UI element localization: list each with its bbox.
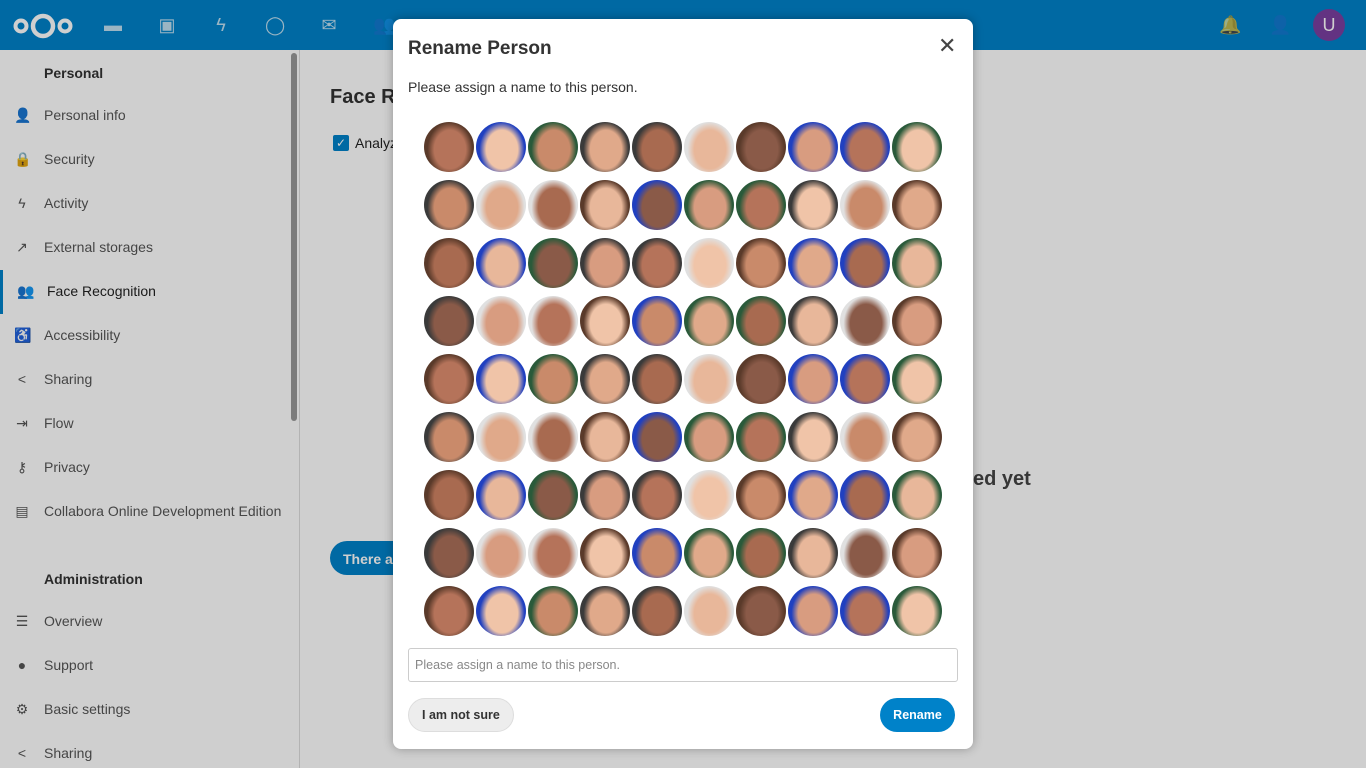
face-thumbnail xyxy=(476,354,526,404)
face-thumbnail xyxy=(684,412,734,462)
face-thumbnail xyxy=(476,238,526,288)
face-thumbnail xyxy=(892,470,942,520)
face-thumbnail xyxy=(476,412,526,462)
face-thumbnail xyxy=(684,354,734,404)
face-thumbnail xyxy=(736,296,786,346)
face-thumbnail xyxy=(892,238,942,288)
face-thumbnail xyxy=(632,528,682,578)
face-thumbnail xyxy=(476,296,526,346)
dialog-subtitle: Please assign a name to this person. xyxy=(408,79,638,95)
face-thumbnail xyxy=(424,122,474,172)
face-thumbnail xyxy=(684,470,734,520)
face-thumbnail xyxy=(788,296,838,346)
face-thumbnail xyxy=(424,528,474,578)
face-thumbnail xyxy=(840,180,890,230)
rename-button[interactable]: Rename xyxy=(880,698,955,732)
face-thumbnail xyxy=(788,470,838,520)
face-thumbnail xyxy=(424,296,474,346)
face-thumbnail xyxy=(632,586,682,636)
face-thumbnail xyxy=(788,180,838,230)
face-thumbnail xyxy=(580,122,630,172)
face-thumbnail xyxy=(788,122,838,172)
face-thumbnail xyxy=(788,586,838,636)
face-thumbnail xyxy=(840,470,890,520)
person-name-input[interactable] xyxy=(408,648,958,682)
face-thumbnail xyxy=(892,586,942,636)
face-thumbnail xyxy=(528,354,578,404)
face-thumbnail xyxy=(632,412,682,462)
face-thumbnail xyxy=(476,528,526,578)
face-thumbnail xyxy=(424,354,474,404)
face-thumbnail xyxy=(840,238,890,288)
face-thumbnail xyxy=(840,412,890,462)
face-thumbnail xyxy=(788,528,838,578)
face-thumbnail xyxy=(892,412,942,462)
face-thumbnail xyxy=(892,180,942,230)
face-thumbnail xyxy=(736,412,786,462)
rename-person-dialog: Rename Person ✕ Please assign a name to … xyxy=(393,19,973,749)
face-thumbnail xyxy=(528,180,578,230)
face-thumbnail xyxy=(632,238,682,288)
face-thumbnail xyxy=(580,238,630,288)
face-thumbnail xyxy=(528,470,578,520)
face-thumbnail xyxy=(892,528,942,578)
face-thumbnail xyxy=(528,412,578,462)
face-thumbnail xyxy=(580,354,630,404)
face-thumbnail xyxy=(736,528,786,578)
face-thumbnail xyxy=(476,586,526,636)
face-thumbnail xyxy=(840,528,890,578)
face-thumbnail xyxy=(788,238,838,288)
face-thumbnail xyxy=(528,296,578,346)
face-thumbnail xyxy=(476,180,526,230)
face-thumbnail xyxy=(840,354,890,404)
face-thumbnail xyxy=(528,122,578,172)
face-thumbnail xyxy=(788,412,838,462)
face-thumbnail xyxy=(424,412,474,462)
face-thumbnail xyxy=(736,238,786,288)
face-thumbnail xyxy=(840,122,890,172)
face-thumbnail xyxy=(684,296,734,346)
face-thumbnail xyxy=(580,412,630,462)
face-thumbnail xyxy=(632,470,682,520)
face-thumbnail xyxy=(632,354,682,404)
not-sure-button[interactable]: I am not sure xyxy=(408,698,514,732)
face-thumbnail xyxy=(632,180,682,230)
face-thumbnail xyxy=(736,180,786,230)
dialog-title: Rename Person xyxy=(408,38,552,59)
face-thumbnail xyxy=(424,238,474,288)
face-thumbnail xyxy=(580,296,630,346)
face-thumbnail xyxy=(736,470,786,520)
face-thumbnail xyxy=(892,354,942,404)
face-thumbnail xyxy=(632,296,682,346)
face-thumbnail xyxy=(580,528,630,578)
close-icon[interactable]: ✕ xyxy=(938,33,956,59)
face-thumbnail xyxy=(736,122,786,172)
face-thumbnail xyxy=(580,180,630,230)
face-thumbnail xyxy=(424,586,474,636)
face-thumbnail xyxy=(424,470,474,520)
face-thumbnail xyxy=(684,238,734,288)
face-thumbnail xyxy=(580,586,630,636)
face-thumbnail xyxy=(476,122,526,172)
faces-grid xyxy=(424,122,954,636)
face-thumbnail xyxy=(684,122,734,172)
face-thumbnail xyxy=(892,122,942,172)
face-thumbnail xyxy=(528,238,578,288)
face-thumbnail xyxy=(476,470,526,520)
face-thumbnail xyxy=(632,122,682,172)
face-thumbnail xyxy=(840,586,890,636)
face-thumbnail xyxy=(736,586,786,636)
face-thumbnail xyxy=(684,528,734,578)
face-thumbnail xyxy=(424,180,474,230)
face-thumbnail xyxy=(580,470,630,520)
face-thumbnail xyxy=(684,180,734,230)
face-thumbnail xyxy=(528,528,578,578)
face-thumbnail xyxy=(840,296,890,346)
face-thumbnail xyxy=(892,296,942,346)
face-thumbnail xyxy=(788,354,838,404)
face-thumbnail xyxy=(684,586,734,636)
face-thumbnail xyxy=(528,586,578,636)
face-thumbnail xyxy=(736,354,786,404)
